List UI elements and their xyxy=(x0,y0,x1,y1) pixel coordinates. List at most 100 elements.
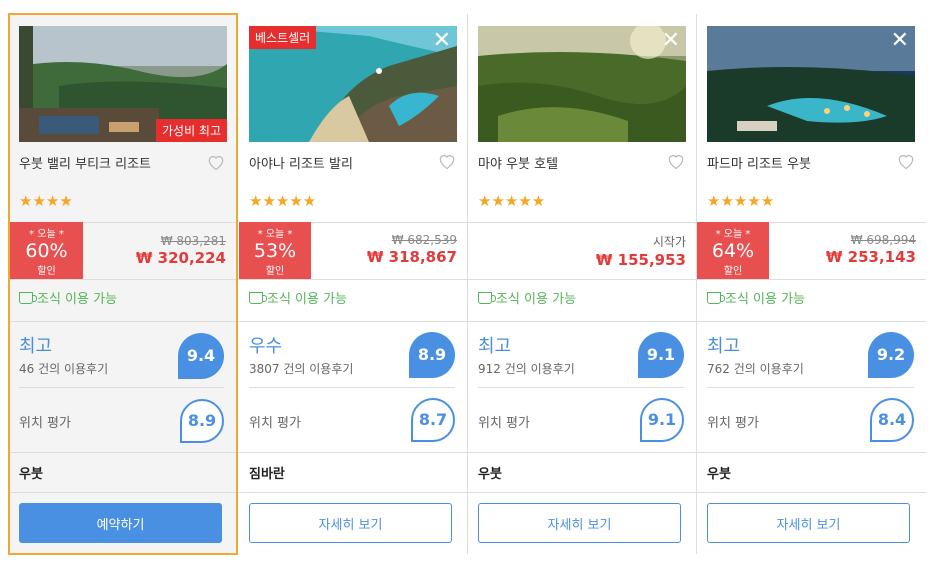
breakfast-label: 조식 이용 가능 xyxy=(267,292,348,307)
sale-price: ₩ 318,867 xyxy=(366,248,457,266)
location-rating-label: 위치 평가 xyxy=(19,416,71,431)
location-score: 8.4 xyxy=(870,398,914,442)
hotel-card: ✕ 파드마 리조트 우붓 ★★★★★ * 오늘 * 64% 할인 ₩ 698,9… xyxy=(697,14,926,554)
divider xyxy=(468,452,696,453)
area-name: 우붓 xyxy=(19,467,43,482)
sale-price: ₩ 320,224 xyxy=(135,249,226,267)
close-icon[interactable]: ✕ xyxy=(433,30,451,52)
breakfast-info: 조식 이용 가능 xyxy=(707,288,805,307)
close-icon[interactable]: ✕ xyxy=(662,30,680,52)
rating-word: 우수 xyxy=(249,336,283,357)
rating-word: 최고 xyxy=(707,336,741,357)
hotel-card: 베스트셀러 ✕ 아야나 리조트 발리 ★★★★★ * 오늘 * 53% 할인 ₩… xyxy=(239,14,468,554)
divider xyxy=(468,321,696,322)
start-price-label: 시작가 xyxy=(652,235,686,249)
hotel-name[interactable]: 우붓 밸리 부티크 리조트 xyxy=(19,153,151,172)
rating-word: 최고 xyxy=(478,336,512,357)
review-count[interactable]: 3807 건의 이용후기 xyxy=(249,360,353,377)
breakfast-info: 조식 이용 가능 xyxy=(19,288,117,307)
area-name: 우붓 xyxy=(478,467,502,482)
deal-off-label: 할인 xyxy=(37,266,56,277)
hotel-photo[interactable]: 가성비 최고 xyxy=(19,26,227,142)
review-score: 8.9 xyxy=(409,332,455,378)
heart-icon[interactable] xyxy=(666,151,686,171)
divider xyxy=(10,279,236,280)
divider xyxy=(239,452,467,453)
details-button[interactable]: 자세히 보기 xyxy=(478,503,681,543)
divider xyxy=(697,321,926,322)
original-price: ₩ 803,281 xyxy=(160,234,226,248)
divider xyxy=(10,321,236,322)
deal-percent: 53% xyxy=(253,240,297,262)
review-count[interactable]: 46 건의 이용후기 xyxy=(19,360,108,377)
hotel-comparison-row: 가성비 최고 우붓 밸리 부티크 리조트 ★★★★ * 오늘 * 60% 할인 … xyxy=(0,0,931,567)
breakfast-label: 조식 이용 가능 xyxy=(496,292,577,307)
divider xyxy=(249,387,455,388)
heart-icon[interactable] xyxy=(206,152,226,172)
review-count[interactable]: 912 건의 이용후기 xyxy=(478,360,575,377)
divider xyxy=(697,452,926,453)
review-score: 9.4 xyxy=(178,333,224,379)
hotel-name[interactable]: 아야나 리조트 발리 xyxy=(249,153,353,172)
discount-badge: * 오늘 * 64% 할인 xyxy=(697,222,769,280)
details-button[interactable]: 자세히 보기 xyxy=(249,503,452,543)
location-score: 9.1 xyxy=(640,398,684,442)
divider xyxy=(239,321,467,322)
divider xyxy=(10,492,236,493)
price-box[interactable]: ₩ 803,281 ₩ 320,224 xyxy=(136,234,226,267)
coffee-cup-icon xyxy=(19,292,37,304)
breakfast-info: 조식 이용 가능 xyxy=(478,288,576,307)
discount-badge: * 오늘 * 53% 할인 xyxy=(239,222,311,280)
divider xyxy=(478,387,684,388)
area-name: 우붓 xyxy=(707,467,731,482)
location-score: 8.7 xyxy=(411,398,455,442)
star-rating: ★★★★ xyxy=(19,192,73,210)
price-box[interactable]: 시작가 ₩ 155,953 xyxy=(596,233,686,269)
book-button[interactable]: 예약하기 xyxy=(19,503,222,543)
divider xyxy=(468,222,696,223)
location-rating-label: 위치 평가 xyxy=(478,416,530,431)
deal-today-label: * 오늘 * xyxy=(257,229,293,240)
location-rating-label: 위치 평가 xyxy=(707,416,759,431)
deal-percent: 60% xyxy=(25,240,68,262)
location-score: 8.9 xyxy=(180,399,224,443)
star-rating: ★★★★★ xyxy=(249,192,317,210)
original-price: ₩ 682,539 xyxy=(391,233,457,247)
deal-off-label: 할인 xyxy=(265,266,285,277)
breakfast-info: 조식 이용 가능 xyxy=(249,288,347,307)
divider xyxy=(10,452,236,453)
sale-price: ₩ 253,143 xyxy=(825,248,916,266)
coffee-cup-icon xyxy=(478,292,496,304)
deal-today-label: * 오늘 * xyxy=(715,229,751,240)
price-box[interactable]: ₩ 698,994 ₩ 253,143 xyxy=(826,233,916,266)
rating-word: 최고 xyxy=(19,336,53,357)
divider xyxy=(19,387,224,388)
price-box[interactable]: ₩ 682,539 ₩ 318,867 xyxy=(367,233,457,266)
close-icon[interactable]: ✕ xyxy=(891,30,909,52)
deal-today-label: * 오늘 * xyxy=(29,229,64,240)
details-button[interactable]: 자세히 보기 xyxy=(707,503,910,543)
hotel-photo[interactable]: ✕ xyxy=(707,26,915,142)
star-rating: ★★★★★ xyxy=(478,192,546,210)
discount-badge: * 오늘 * 60% 할인 xyxy=(10,222,83,280)
deal-off-label: 할인 xyxy=(723,266,743,277)
hotel-photo[interactable]: ✕ xyxy=(478,26,686,142)
divider xyxy=(707,387,914,388)
divider xyxy=(239,279,467,280)
divider xyxy=(697,492,926,493)
heart-icon[interactable] xyxy=(896,151,916,171)
divider xyxy=(239,492,467,493)
hotel-name[interactable]: 파드마 리조트 우붓 xyxy=(707,153,811,172)
coffee-cup-icon xyxy=(707,292,725,304)
star-rating: ★★★★★ xyxy=(707,192,775,210)
hotel-photo[interactable]: 베스트셀러 ✕ xyxy=(249,26,457,142)
review-score: 9.2 xyxy=(868,332,914,378)
hotel-card-selected: 가성비 최고 우붓 밸리 부티크 리조트 ★★★★ * 오늘 * 60% 할인 … xyxy=(8,13,238,555)
area-name: 짐바란 xyxy=(249,467,285,482)
hotel-name[interactable]: 마야 우붓 호텔 xyxy=(478,153,558,172)
breakfast-label: 조식 이용 가능 xyxy=(37,292,118,307)
review-count[interactable]: 762 건의 이용후기 xyxy=(707,360,804,377)
divider xyxy=(697,279,926,280)
heart-icon[interactable] xyxy=(437,151,457,171)
coffee-cup-icon xyxy=(249,292,267,304)
